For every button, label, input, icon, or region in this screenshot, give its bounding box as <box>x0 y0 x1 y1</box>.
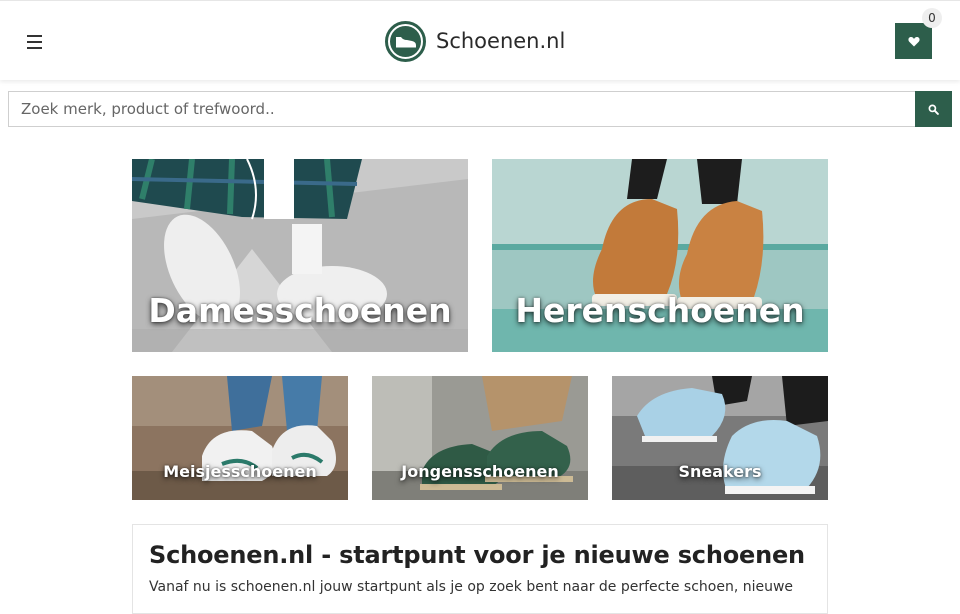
category-tile-dames[interactable]: Damesschoenen <box>132 159 468 352</box>
search-bar <box>8 91 952 127</box>
site-logo[interactable]: Schoenen.nl <box>385 20 566 62</box>
heart-icon <box>907 36 920 46</box>
search-input[interactable] <box>8 91 915 127</box>
category-label-heren: Herenschoenen <box>515 291 805 330</box>
category-tile-heren[interactable]: Herenschoenen <box>492 159 828 352</box>
brand-name: Schoenen.nl <box>436 29 566 53</box>
intro-section: Schoenen.nl - startpunt voor je nieuwe s… <box>132 524 828 614</box>
jongens-image <box>372 376 588 500</box>
category-tile-meisjes[interactable]: Meisjesschoenen <box>132 376 348 500</box>
category-tile-jongens[interactable]: Jongensschoenen <box>372 376 588 500</box>
category-label-meisjes: Meisjesschoenen <box>163 462 317 481</box>
shoe-logo-icon <box>385 20 426 62</box>
sneakers-image <box>612 376 828 500</box>
wishlist-button[interactable] <box>895 23 932 59</box>
intro-text: Vanaf nu is schoenen.nl jouw startpunt a… <box>149 579 794 595</box>
category-label-jongens: Jongensschoenen <box>401 462 559 481</box>
hamburger-menu-icon[interactable] <box>20 29 48 53</box>
site-header: Schoenen.nl 0 <box>0 0 960 80</box>
category-label-sneakers: Sneakers <box>678 462 762 481</box>
category-tile-sneakers[interactable]: Sneakers <box>612 376 828 500</box>
wishlist-count-badge: 0 <box>922 8 942 28</box>
intro-title: Schoenen.nl - startpunt voor je nieuwe s… <box>149 541 805 569</box>
search-button[interactable] <box>915 91 952 127</box>
category-label-dames: Damesschoenen <box>148 291 452 330</box>
search-icon <box>928 104 939 115</box>
meisjes-image <box>132 376 348 500</box>
